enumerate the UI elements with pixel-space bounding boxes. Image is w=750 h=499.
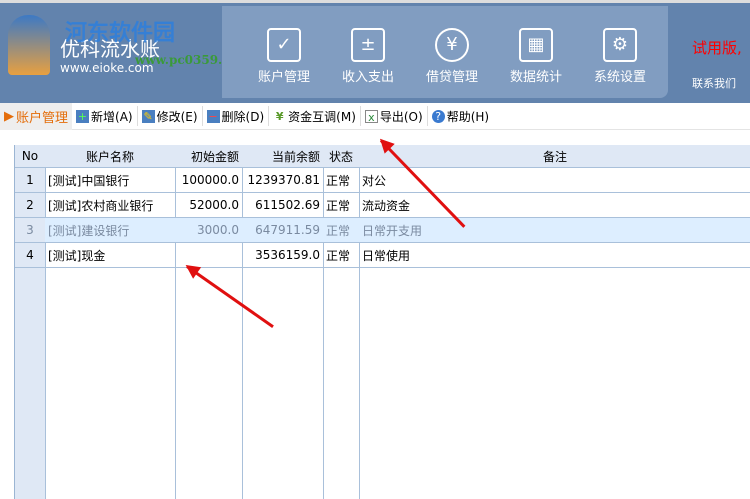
section-title: ▶ 账户管理 [0,102,73,130]
add-icon: + [76,109,90,123]
nav-account-management[interactable]: ✓ 账户管理 [242,6,326,98]
cell-status: 正常 [326,173,351,188]
cell-current-balance: 647911.59 [255,223,320,237]
header-no[interactable]: No [15,145,45,167]
help-icon: ? [431,109,445,123]
main-nav: ✓ 账户管理 ± 收入支出 ¥ 借贷管理 ▦ 数据统计 ⚙ 系统设置 [222,6,668,98]
bar-stats-icon: ▦ [519,28,553,62]
cell-initial-amount: 52000.0 [189,198,239,212]
nav-loan-management[interactable]: ¥ 借贷管理 [410,6,494,98]
fund-transfer-button[interactable]: ¥ 资金互调(M) [269,106,361,126]
delete-icon: − [206,109,220,123]
triangle-icon: ▶ [4,108,14,124]
accounts-table: No 账户名称 初始金额 当前余额 状态 备注 1 [测试]中国银行 100000.… [14,139,750,499]
add-button[interactable]: + 新增(A) [72,106,138,126]
toolbar: ▶ 账户管理 + 新增(A) ✎ 修改(E) − 删除(D) ¥ 资金互调(M) x 导出(… [0,102,750,130]
header-status[interactable]: 状态 [323,145,359,167]
calculator-icon: ± [351,28,385,62]
cell-status: 正常 [326,198,351,213]
table-row[interactable]: 4 [测试]现金 3536159.0 正常 日常使用 [15,243,750,268]
monitor-gear-icon: ⚙ [603,28,637,62]
cell-no: 3 [15,218,45,242]
cell-account-name: [测试]农村商业银行 [48,198,154,213]
card-check-icon: ✓ [267,28,301,62]
header-note[interactable]: 备注 [359,145,750,167]
app-logo-icon [8,15,50,75]
cell-current-balance: 1239370.81 [247,173,320,187]
contact-link[interactable]: 联系我们 [692,75,736,91]
nav-income-expense[interactable]: ± 收入支出 [326,6,410,98]
delete-button[interactable]: − 删除(D) [203,106,270,126]
table-row[interactable]: 3 [测试]建设银行 3000.0 647911.59 正常 日常开支用 [15,218,750,243]
help-button[interactable]: ? 帮助(H) [428,106,493,126]
header-initial-amount[interactable]: 初始金额 [175,145,242,167]
excel-export-icon: x [364,109,378,124]
export-button[interactable]: x 导出(O) [361,106,428,126]
cell-note: 日常开支用 [362,223,423,238]
cell-initial-amount: 3000.0 [197,223,239,237]
annotation-arrow [186,265,274,328]
yen-icon: ¥ [275,109,284,123]
cell-current-balance: 3536159.0 [255,248,320,262]
trial-notice: 试用版, [692,39,742,57]
cell-no: 2 [15,193,45,217]
cell-initial-amount: 100000.0 [181,173,239,187]
cell-current-balance: 611502.69 [255,198,320,212]
cell-no: 4 [15,243,45,267]
cell-note: 流动资金 [362,198,411,213]
table-row[interactable]: 1 [测试]中国银行 100000.0 1239370.81 正常 对公 [15,168,750,193]
cell-note: 日常使用 [362,248,411,263]
edit-button[interactable]: ✎ 修改(E) [138,106,203,126]
cell-status: 正常 [326,223,351,238]
cell-account-name: [测试]建设银行 [48,223,130,238]
header-account-name[interactable]: 账户名称 [45,145,175,167]
header-banner: 优科流水账 www.eioke.com 河东软件园 www.pc0359.cn … [0,0,750,103]
nav-settings[interactable]: ⚙ 系统设置 [578,6,662,98]
cell-status: 正常 [326,248,351,263]
header-current-balance[interactable]: 当前余额 [242,145,323,167]
nav-statistics[interactable]: ▦ 数据统计 [494,6,578,98]
yen-hand-icon: ¥ [435,28,469,62]
cell-account-name: [测试]中国银行 [48,173,130,188]
watermark: 河东软件园 [65,20,176,46]
cell-account-name: [测试]现金 [48,248,106,263]
table-row[interactable]: 2 [测试]农村商业银行 52000.0 611502.69 正常 流动资金 [15,193,750,218]
cell-no: 1 [15,168,45,192]
edit-icon: ✎ [141,109,155,123]
